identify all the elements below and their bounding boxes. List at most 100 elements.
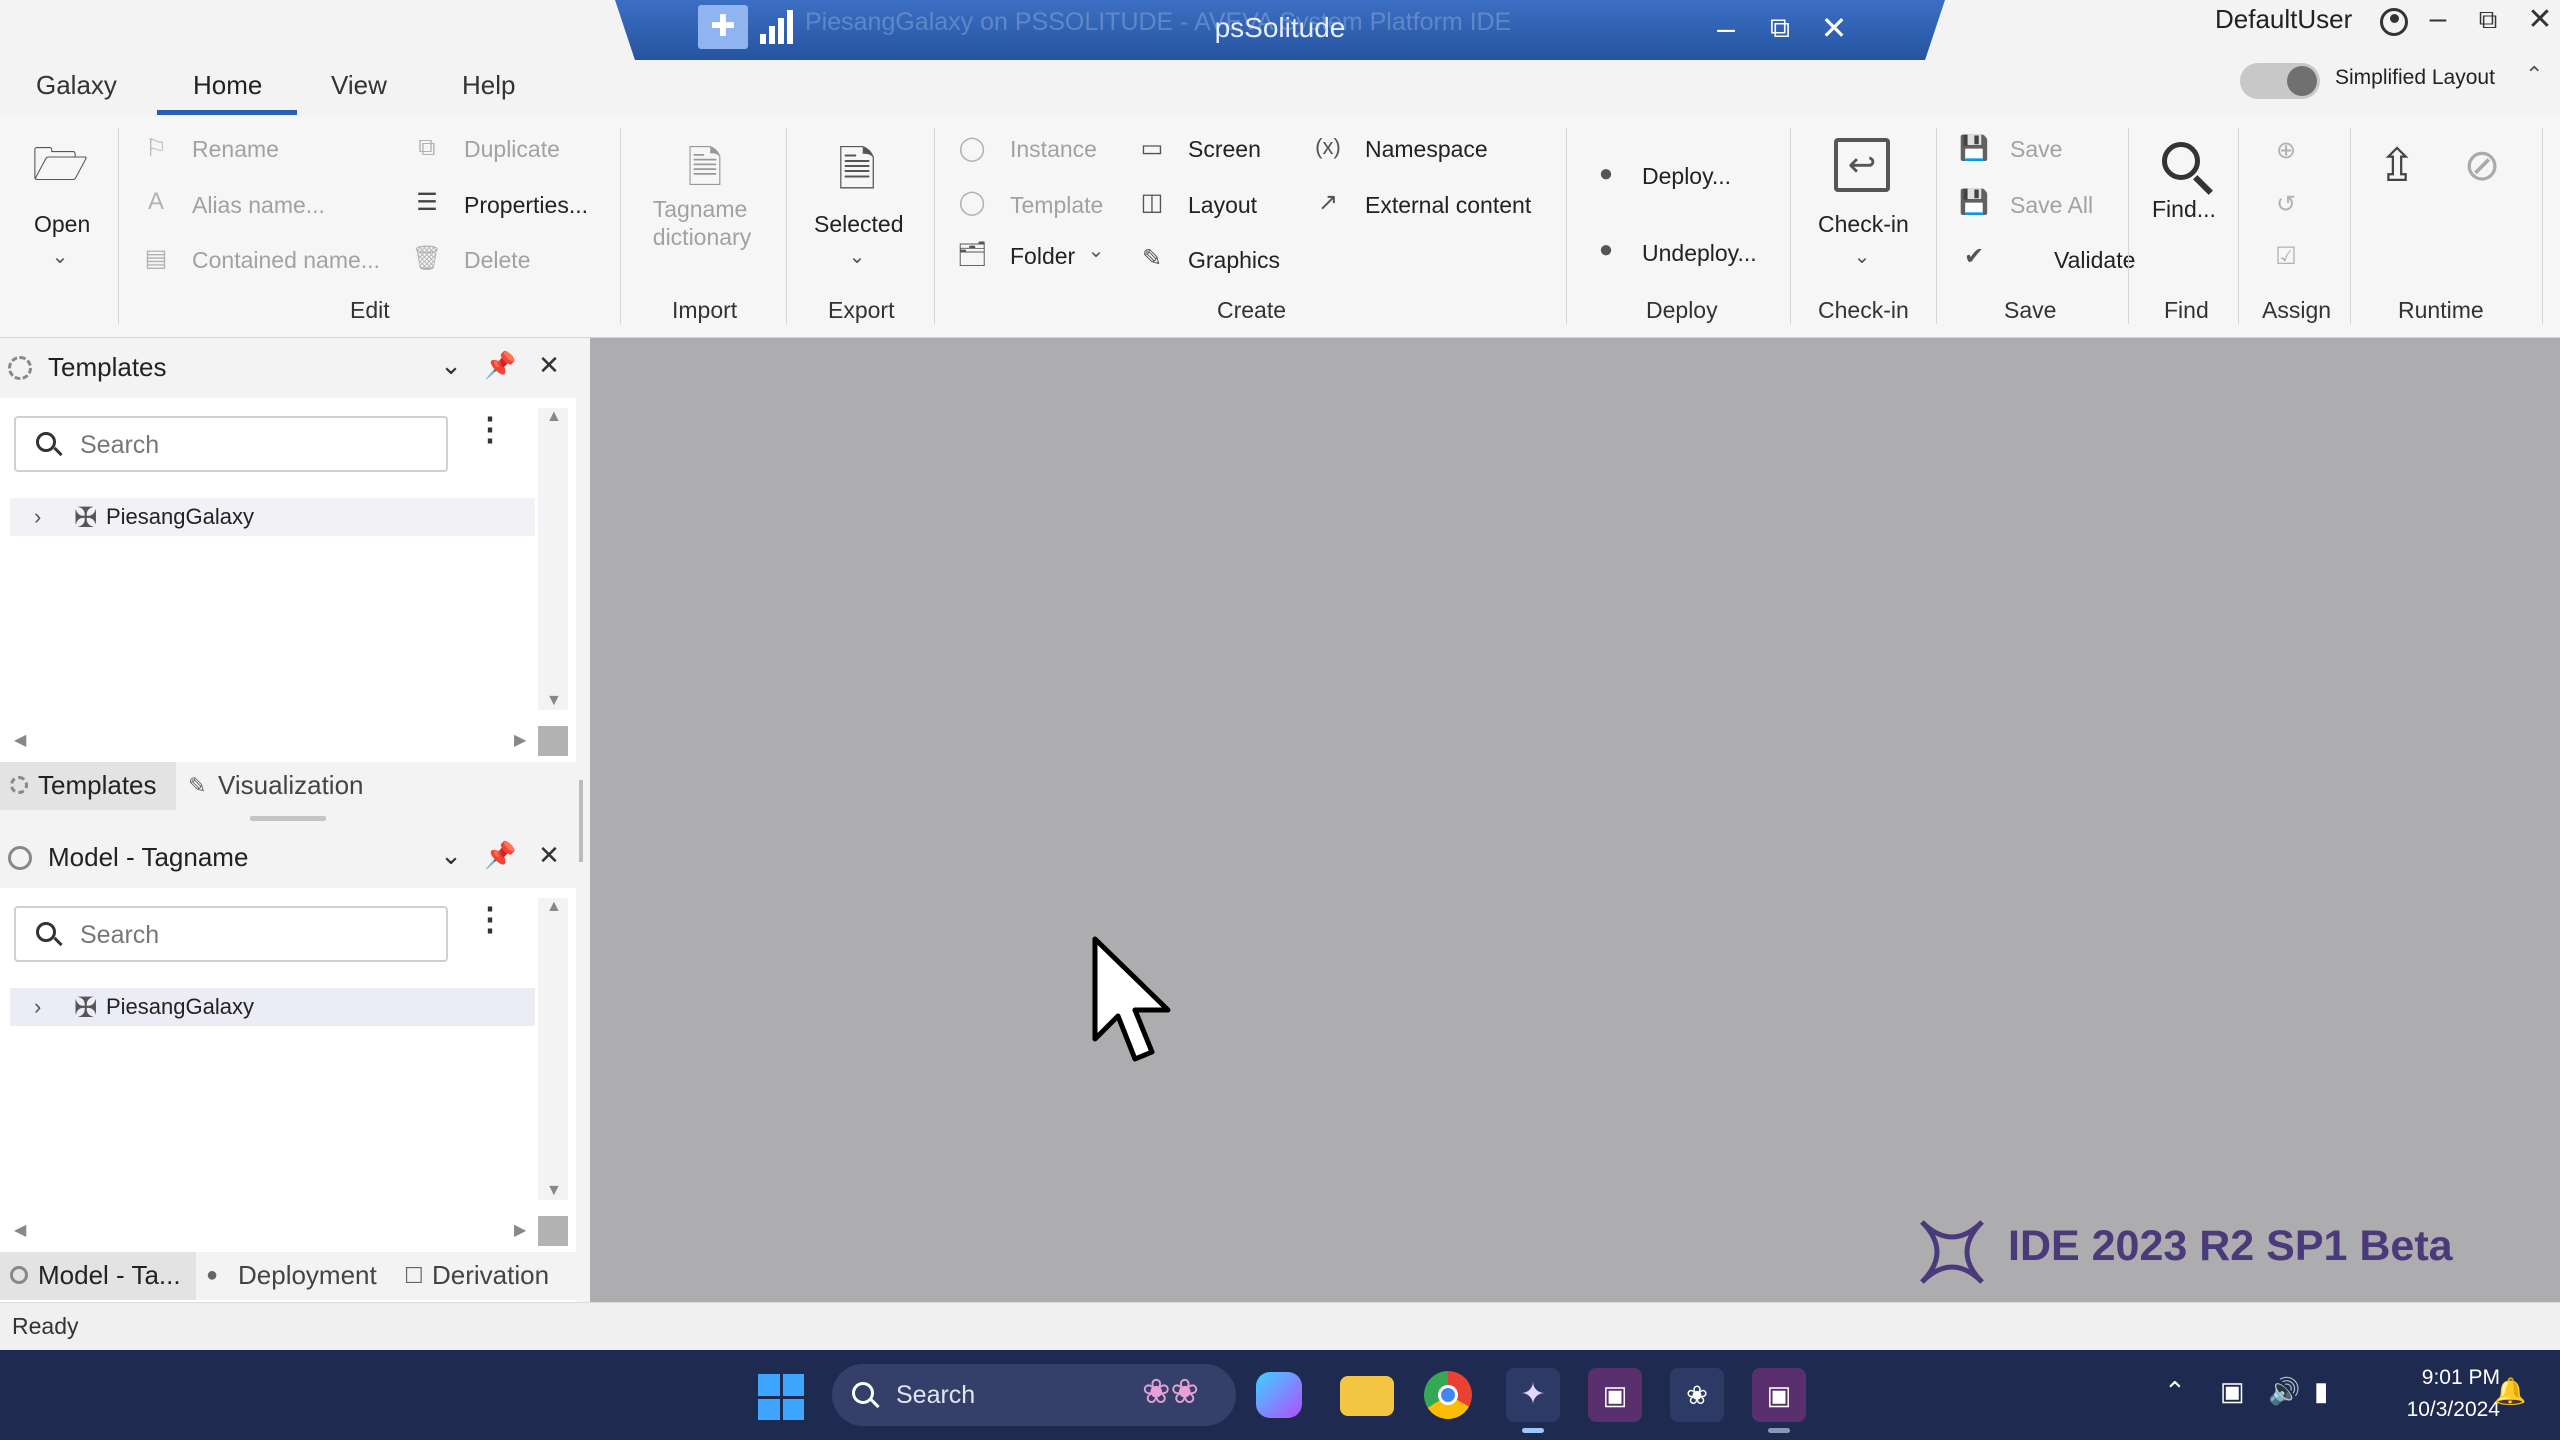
create-screen-button[interactable]: Screen [1188,136,1261,163]
scroll-right-icon[interactable]: ▶ [514,730,526,750]
aveva-app-icon[interactable]: ▣ [1752,1368,1806,1422]
create-namespace-button[interactable]: Namespace [1365,136,1488,163]
tab-templates[interactable]: Templates [38,770,157,801]
panel-close-icon[interactable]: ✕ [534,840,564,871]
more-options-icon[interactable]: ⋮ [474,900,506,938]
panel-pin-icon[interactable]: 📌 [484,840,516,871]
export-chevron-down-icon[interactable]: ⌄ [841,244,873,269]
show-hidden-icons-chevron-icon[interactable]: ⌃ [2164,1376,2186,1407]
tagname-dictionary-button[interactable]: Tagname [648,196,752,223]
chrome-icon[interactable] [1424,1371,1472,1419]
save-button[interactable]: Save [2010,136,2062,163]
vertical-scrollbar[interactable]: ▲ ▼ [538,408,568,710]
close-icon[interactable]: ✕ [1812,6,1856,50]
create-folder-button[interactable]: Folder [1010,243,1075,270]
assign-check-icon[interactable]: ☑ [2270,242,2302,271]
restore-icon[interactable]: ⧉ [1758,6,1802,50]
upload-arrow-icon[interactable]: ⇫ [2372,138,2422,192]
tab-visualization[interactable]: Visualization [218,770,364,801]
open-chevron-down-icon[interactable]: ⌄ [44,244,76,269]
battery-icon[interactable]: ▮ [2314,1376,2328,1407]
validate-button[interactable]: Validate [2054,247,2135,274]
aveva-ide-icon[interactable]: ✦ [1506,1368,1560,1422]
app-pin-icon[interactable]: ✚ [698,5,748,49]
properties-button[interactable]: Properties... [464,192,588,219]
panel-dropdown-icon[interactable]: ⌄ [436,350,466,381]
save-all-button[interactable]: Save All [2010,192,2093,219]
create-external-content-button[interactable]: External content [1365,192,1531,219]
panel-dropdown-icon[interactable]: ⌄ [436,840,466,871]
tab-model-tagname[interactable]: Model - Ta... [38,1260,181,1291]
volume-icon[interactable]: 🔊 [2268,1376,2300,1407]
templates-search-box[interactable] [14,416,448,472]
check-in-chevron-down-icon[interactable]: ⌄ [1846,244,1878,269]
windows-start-icon[interactable] [758,1374,804,1420]
assign-add-icon[interactable]: ⊕ [2270,136,2302,165]
create-instance-button[interactable]: Instance [1010,136,1097,163]
tab-galaxy[interactable]: Galaxy [36,70,117,101]
network-icon[interactable]: ▣ [2220,1376,2245,1407]
scroll-down-icon[interactable]: ▼ [546,1182,562,1200]
editor-canvas[interactable] [590,338,2560,1302]
outer-close-icon[interactable]: ✕ [2520,2,2560,37]
model-search-box[interactable] [14,906,448,962]
scroll-down-icon[interactable]: ▼ [546,692,562,710]
outer-minimize-icon[interactable]: – [2418,2,2458,36]
vertical-scrollbar[interactable]: ▲ ▼ [538,898,568,1200]
alias-name-button[interactable]: Alias name... [192,192,325,219]
notification-bell-icon[interactable]: 🔔 [2494,1376,2526,1407]
clock-date[interactable]: 10/3/2024 [2376,1398,2500,1422]
expand-chevron-icon[interactable]: › [34,504,41,530]
delete-button[interactable]: Delete [464,247,530,274]
aveva-app-icon[interactable]: ▣ [1588,1368,1642,1422]
model-search-input[interactable] [80,918,430,952]
tab-derivation[interactable]: Derivation [432,1260,549,1291]
contained-name-button[interactable]: Contained name... [192,247,380,274]
create-layout-button[interactable]: Layout [1188,192,1257,219]
vertical-splitter[interactable] [579,780,583,862]
tab-help[interactable]: Help [462,70,515,101]
expand-chevron-icon[interactable]: › [34,994,41,1020]
copilot-icon[interactable] [1256,1372,1302,1418]
panel-splitter-handle[interactable] [250,816,326,821]
more-options-icon[interactable]: ⋮ [474,410,506,448]
panel-close-icon[interactable]: ✕ [534,350,564,381]
collapse-ribbon-icon[interactable]: ⌃ [2525,62,2543,88]
folder-chevron-down-icon[interactable]: ⌄ [1080,238,1112,263]
open-button[interactable]: Open [34,211,90,238]
tab-home[interactable]: Home [193,70,262,101]
horizontal-scrollbar[interactable]: ◀ ▶ [10,1218,538,1244]
scroll-left-icon[interactable]: ◀ [14,730,26,750]
outer-restore-icon[interactable]: ⧉ [2468,4,2508,36]
deploy-button[interactable]: Deploy... [1642,163,1731,190]
horizontal-scrollbar[interactable]: ◀ ▶ [10,728,538,754]
export-selected-button[interactable]: Selected [814,211,904,238]
scroll-left-icon[interactable]: ◀ [14,1220,26,1240]
taskbar-search-box[interactable]: Search ❀❀ [832,1364,1236,1426]
duplicate-button[interactable]: Duplicate [464,136,560,163]
assign-undo-icon[interactable]: ↺ [2270,190,2302,219]
scroll-up-icon[interactable]: ▲ [546,898,562,916]
minimize-icon[interactable]: – [1704,6,1748,50]
rename-button[interactable]: Rename [192,136,279,163]
find-button[interactable]: Find... [2152,196,2216,223]
simplified-layout-toggle[interactable] [2240,63,2320,99]
create-graphics-button[interactable]: Graphics [1188,247,1280,274]
file-explorer-icon[interactable] [1340,1376,1394,1416]
scroll-up-icon[interactable]: ▲ [546,408,562,426]
tree-item[interactable]: › ✠ PiesangGalaxy [10,988,535,1026]
check-in-button[interactable]: Check-in [1818,211,1909,238]
aveva-app-icon[interactable]: ❀ [1670,1368,1724,1422]
tagname-dictionary-button-line2[interactable]: dictionary [648,224,756,251]
tab-deployment[interactable]: Deployment [238,1260,377,1291]
clock-time[interactable]: 9:01 PM [2396,1366,2500,1390]
undeploy-button[interactable]: Undeploy... [1642,240,1757,267]
scroll-right-icon[interactable]: ▶ [514,1220,526,1240]
templates-search-input[interactable] [80,428,430,462]
user-account-icon[interactable] [2380,8,2408,36]
panel-pin-icon[interactable]: 📌 [484,350,516,381]
create-template-button[interactable]: Template [1010,192,1103,219]
tab-view[interactable]: View [331,70,387,101]
open-folder-icon[interactable]: 🗁 [32,141,89,187]
tree-item[interactable]: › ✠ PiesangGalaxy [10,498,535,536]
